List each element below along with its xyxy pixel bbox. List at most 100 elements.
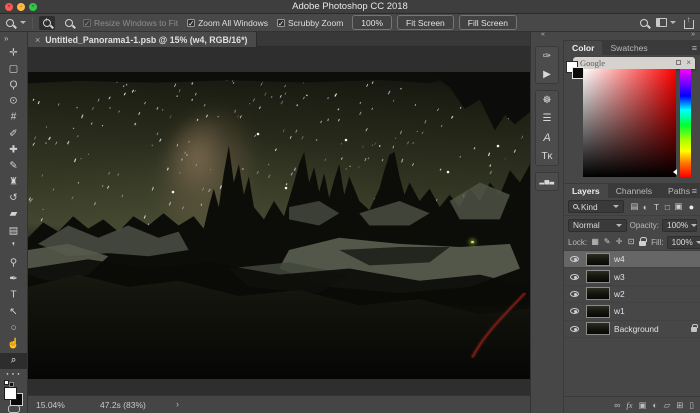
link-layers-icon[interactable]: ∞	[614, 400, 620, 410]
eraser-tool[interactable]: ▰	[0, 207, 27, 223]
type-tool[interactable]: T	[0, 288, 27, 304]
actions-panel-icon[interactable]: ▶	[535, 65, 559, 84]
gradient-tool[interactable]: ▤	[0, 223, 27, 239]
google-floating-window[interactable]: Google ×	[573, 57, 695, 69]
blur-tool[interactable]: ❜	[0, 239, 27, 255]
tk-wheel-panel-icon[interactable]: ☸	[535, 90, 559, 109]
visibility-eye-icon[interactable]	[570, 326, 579, 332]
layer-row-w3[interactable]: w3	[564, 268, 700, 285]
panorama-image[interactable]	[28, 72, 530, 379]
properties-panel-icon[interactable]: ☰	[535, 109, 559, 128]
zoom-level-field[interactable]: 15.04%	[36, 400, 65, 410]
tool-preset-caret-icon[interactable]	[20, 21, 26, 24]
filter-smart-objects-icon[interactable]: ▣	[673, 201, 684, 212]
fill-dropdown[interactable]: 100%	[667, 236, 700, 249]
layer-thumbnail[interactable]	[586, 253, 610, 266]
opacity-dropdown[interactable]: 100%	[662, 219, 697, 232]
workspace-switcher[interactable]	[656, 18, 676, 27]
close-icon[interactable]: ×	[686, 57, 691, 69]
minimize-icon[interactable]	[676, 60, 681, 65]
filter-toggle[interactable]: ●	[686, 202, 697, 212]
lock-pixels-icon[interactable]: ✎	[602, 237, 612, 247]
expand-icon-strip-button[interactable]: «	[541, 31, 545, 38]
tab-layers[interactable]: Layers	[564, 184, 608, 198]
history-brush-tool[interactable]: ↺	[0, 191, 27, 207]
layer-row-w2[interactable]: w2	[564, 286, 700, 303]
layer-thumbnail[interactable]	[586, 287, 610, 300]
fit-screen-button[interactable]: Fit Screen	[397, 15, 454, 30]
delete-layer-icon[interactable]: ▯	[689, 400, 694, 411]
histogram-panel-icon[interactable]: ▂▅▃	[535, 172, 559, 191]
filter-kind-dropdown[interactable]: Kind	[568, 200, 624, 213]
color-background-swatch[interactable]	[572, 67, 584, 79]
scrubby-zoom-checkbox[interactable]: ✓ Scrubby Zoom	[277, 18, 343, 28]
collapse-panels-button[interactable]: »	[691, 31, 695, 38]
pen-tool[interactable]: ✒	[0, 272, 27, 288]
lock-position-icon[interactable]: ✛	[614, 237, 624, 247]
share-icon[interactable]	[684, 20, 694, 29]
foreground-color-swatch[interactable]	[4, 387, 17, 400]
clone-stamp-tool[interactable]: ♜	[0, 175, 27, 191]
layer-thumbnail[interactable]	[586, 270, 610, 283]
panel-menu-icon[interactable]: ≡	[692, 43, 697, 53]
edit-toolbar-button[interactable]: ● ● ●	[0, 369, 27, 379]
typekit-panel-icon[interactable]: A	[535, 128, 559, 147]
panel-menu-icon[interactable]: ≡	[692, 186, 697, 196]
move-tool[interactable]: ✛	[0, 45, 27, 61]
visibility-eye-icon[interactable]	[570, 274, 579, 280]
zoom-tool[interactable]: ⌕	[0, 353, 27, 369]
zoom-in-mode-button[interactable]: +	[39, 16, 55, 30]
zoom-all-windows-checkbox[interactable]: ✓ Zoom All Windows	[187, 18, 268, 28]
saturation-brightness-picker[interactable]	[583, 69, 676, 177]
crop-tool[interactable]: #	[0, 110, 27, 126]
filter-shape-layers-icon[interactable]: □	[662, 202, 673, 212]
layer-row-w1[interactable]: w1	[564, 303, 700, 320]
lock-all-icon[interactable]	[638, 237, 648, 247]
search-icon[interactable]	[640, 19, 648, 27]
eyedropper-tool[interactable]: ✐	[0, 126, 27, 142]
zoom-tool-icon[interactable]	[6, 19, 14, 27]
new-layer-icon[interactable]: ⊞	[676, 400, 683, 411]
document-tab[interactable]: × Untitled_Panorama1-1.psb @ 15% (w4, RG…	[28, 32, 257, 47]
canvas-area[interactable]	[28, 47, 530, 395]
add-mask-icon[interactable]: ▣	[638, 400, 646, 411]
healing-brush-tool[interactable]: ✚	[0, 142, 27, 158]
zoom-out-mode-button[interactable]: −	[61, 16, 77, 30]
layer-style-icon[interactable]: fx	[626, 400, 632, 410]
hand-tool[interactable]: ☝	[0, 336, 27, 352]
toolbar-collapse-button[interactable]: »	[0, 32, 27, 45]
lock-transparency-icon[interactable]: ▦	[590, 237, 600, 247]
visibility-eye-icon[interactable]	[570, 291, 579, 297]
blend-mode-dropdown[interactable]: Normal	[568, 219, 627, 232]
dodge-tool[interactable]: ⚲	[0, 255, 27, 271]
visibility-eye-icon[interactable]	[570, 308, 579, 314]
filter-type-layers-icon[interactable]: T	[651, 202, 662, 212]
layer-thumbnail[interactable]	[586, 305, 610, 318]
tab-swatches[interactable]: Swatches	[602, 41, 655, 55]
tab-color[interactable]: Color	[564, 41, 602, 55]
status-chevron-icon[interactable]: ›	[176, 399, 179, 409]
visibility-eye-icon[interactable]	[570, 256, 579, 262]
filter-pixel-layers-icon[interactable]: ▤	[629, 201, 640, 212]
close-tab-icon[interactable]: ×	[35, 35, 40, 45]
resize-windows-to-fit-checkbox[interactable]: ✓ Resize Windows to Fit	[83, 18, 178, 28]
quick-selection-tool[interactable]: ⊙	[0, 94, 27, 110]
lock-artboard-icon[interactable]: ⊡	[626, 237, 636, 247]
zoom-100-button[interactable]: 100%	[352, 15, 392, 30]
layer-thumbnail[interactable]	[586, 322, 610, 335]
new-group-icon[interactable]: ▱	[664, 400, 671, 411]
filter-adjustment-layers-icon[interactable]: ◐	[640, 202, 651, 212]
lasso-tool[interactable]: Ϙ	[0, 77, 27, 93]
layer-row-w4[interactable]: w4	[564, 251, 700, 268]
path-selection-tool[interactable]: ↖	[0, 304, 27, 320]
marquee-tool[interactable]: ▢	[0, 61, 27, 77]
brushes-panel-icon[interactable]: ✑	[535, 46, 559, 65]
adjustment-layer-icon[interactable]: ◐	[653, 400, 658, 410]
tk-actions-panel-icon[interactable]: Tᴋ	[535, 147, 559, 166]
shape-tool[interactable]: ○	[0, 320, 27, 336]
brush-tool[interactable]: ✎	[0, 158, 27, 174]
fill-screen-button[interactable]: Fill Screen	[459, 15, 517, 30]
layer-row-background[interactable]: Background	[564, 321, 700, 338]
hue-slider[interactable]	[680, 69, 691, 177]
tab-channels[interactable]: Channels	[608, 184, 660, 198]
